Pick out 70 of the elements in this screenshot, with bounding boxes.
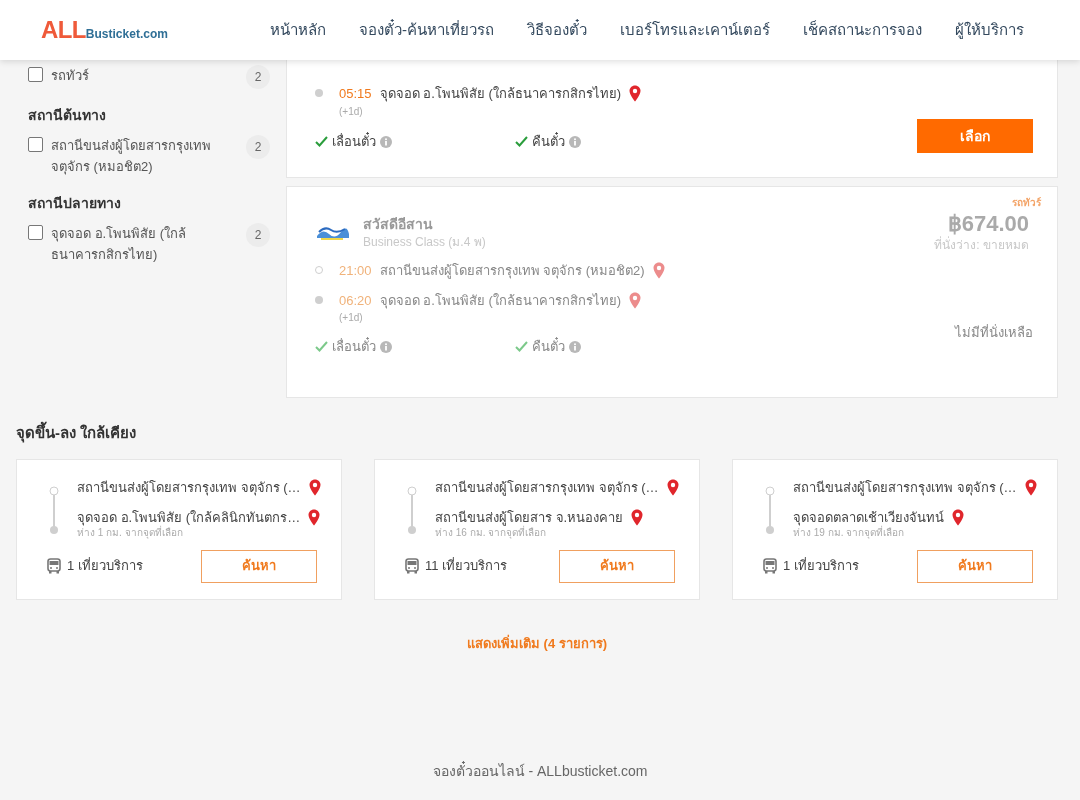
- nav-link[interactable]: จองตั๋ว-ค้นหาเที่ยวรถ: [359, 18, 494, 42]
- site-logo[interactable]: ALLBusticket.com: [41, 12, 168, 48]
- origin-station: สถานีขนส่งผู้โดยสารกรุงเทพ จตุจักร (…: [435, 479, 659, 498]
- distance-note: ห่าง 19 กม. จากจุดที่เลือก: [793, 527, 905, 540]
- stop-place: จุดจอด อ.โพนพิสัย (ใกล้ธนาคารกสิกรไทย): [379, 85, 622, 104]
- feature-label: เลื่อนตั๋ว: [332, 131, 376, 151]
- route-line-drawing: [407, 486, 417, 536]
- stop-place: จุดจอด อ.โพนพิสัย (ใกล้ธนาคารกสิกรไทย): [379, 291, 622, 310]
- filter-heading: สถานีปลายทาง: [28, 194, 122, 213]
- stop-time: 06:20: [339, 291, 372, 310]
- origin-station: สถานีขนส่งผู้โดยสารกรุงเทพ จตุจักร (…: [793, 479, 1017, 498]
- price: ฿674.00: [947, 209, 1029, 236]
- check-icon: [315, 341, 328, 353]
- filter-label: จุดจอด อ.โพนพิสัย (ใกล้ธนาคารกสิกรไทย): [51, 225, 188, 264]
- map-pin-icon: [1024, 479, 1037, 497]
- destination-station: จุดจอดตลาดเช้าเวียงจันทน์: [793, 508, 944, 526]
- destination-station: สถานีขนส่งผู้โดยสาร จ.หนองคาย: [435, 508, 624, 526]
- sold-out-status: ไม่มีที่นั่งเหลือ: [955, 323, 1033, 342]
- bus-icon: [47, 558, 61, 574]
- bus-icon: [405, 558, 419, 574]
- trip-count: 1 เที่ยวบริการ: [783, 556, 859, 576]
- stop-time: 05:15: [339, 85, 372, 103]
- operator-name: สวัสดีอีสาน: [363, 214, 434, 234]
- destination-station: จุดจอด อ.โพนพิสัย (ใกล้คลินิกทันตกร…: [77, 508, 301, 526]
- map-pin-icon: [629, 291, 642, 309]
- trip-count: 1 เที่ยวบริการ: [67, 556, 143, 576]
- check-icon: [515, 136, 528, 147]
- check-icon: [515, 341, 528, 353]
- nav-link[interactable]: เบอร์โทรและเคาน์เตอร์: [620, 18, 770, 42]
- footer-text: จองตั๋วออนไลน์ - ALLbusticket.com: [432, 761, 648, 781]
- filter-checkbox[interactable]: [28, 137, 43, 152]
- nav-link[interactable]: เช็คสถานะการจอง: [803, 18, 922, 42]
- map-pin-icon: [666, 479, 679, 497]
- route-line-drawing: [765, 486, 775, 536]
- filter-checkbox[interactable]: [28, 67, 43, 82]
- filter-label: รถทัวร์: [51, 67, 90, 85]
- route-line-drawing: [49, 486, 59, 536]
- map-pin-icon: [308, 479, 321, 497]
- filter-heading: สถานีต้นทาง: [28, 106, 107, 125]
- filter-count: 2: [246, 223, 270, 247]
- feature-label: เลื่อนตั๋ว: [332, 337, 376, 356]
- info-icon[interactable]: [380, 340, 392, 353]
- trip-count: 11 เที่ยวบริการ: [425, 556, 508, 576]
- map-pin-icon: [952, 508, 964, 526]
- map-pin-icon: [629, 85, 642, 103]
- nav-link[interactable]: หน้าหลัก: [270, 18, 326, 42]
- stop-place: สถานีขนส่งผู้โดยสารกรุงเทพ จตุจักร (หมอชิต2): [379, 262, 645, 281]
- bus-type-tag: รถทัวร์: [1012, 194, 1041, 210]
- map-pin-icon: [308, 508, 321, 526]
- feature-label: คืนตั๋ว: [532, 337, 565, 356]
- next-day-note: (+1d): [339, 104, 364, 119]
- info-icon[interactable]: [380, 135, 392, 148]
- section-title: จุดขึ้น-ลง ใกล้เคียง: [16, 421, 138, 444]
- next-day-note: (+1d): [339, 311, 364, 325]
- nav-link[interactable]: วิธีจองตั๋ว: [527, 18, 587, 42]
- feature-label: คืนตั๋ว: [532, 131, 565, 151]
- distance-note: ห่าง 1 กม. จากจุดที่เลือก: [77, 527, 184, 540]
- filter-label: สถานีขนส่งผู้โดยสารกรุงเทพ จตุจักร (หมอชิต2): [51, 137, 212, 177]
- info-icon[interactable]: [569, 340, 581, 353]
- check-icon: [315, 136, 328, 147]
- map-pin-icon: [631, 508, 644, 526]
- origin-station: สถานีขนส่งผู้โดยสารกรุงเทพ จตุจักร (…: [77, 479, 301, 498]
- nav-link[interactable]: ผู้ให้บริการ: [955, 18, 1024, 42]
- filter-count: 2: [246, 65, 270, 89]
- info-icon[interactable]: [569, 135, 581, 148]
- bus-icon: [763, 558, 777, 574]
- map-pin-icon: [652, 262, 665, 280]
- filter-checkbox[interactable]: [28, 225, 43, 240]
- filter-count: 2: [246, 135, 270, 159]
- stop-time: 21:00: [339, 262, 372, 280]
